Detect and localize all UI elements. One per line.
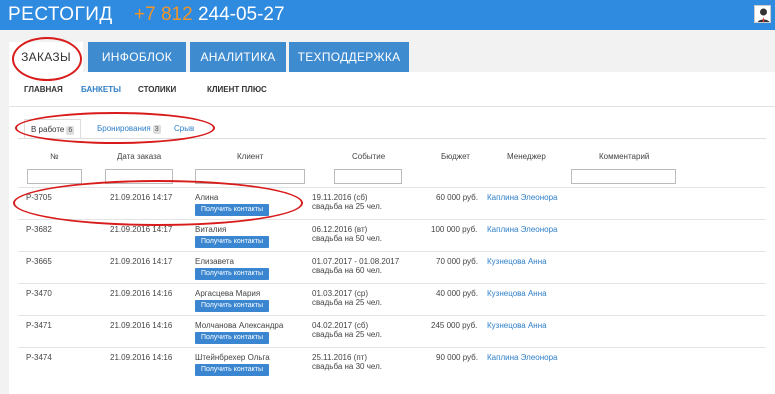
order-id: P-3665 — [26, 257, 52, 266]
order-date: 21.09.2016 14:17 — [110, 257, 173, 266]
content-panel: ГЛАВНАЯ БАНКЕТЫ СТОЛИКИ КЛИЕНТ ПЛЮС В ра… — [9, 72, 775, 394]
filter-date-input[interactable] — [105, 169, 173, 184]
col-header-client: Клиент — [237, 152, 264, 161]
client-name: Аргасцева Мария — [195, 289, 261, 298]
subnav-main[interactable]: ГЛАВНАЯ — [24, 85, 63, 94]
tabs-underline — [18, 138, 766, 139]
brand-logo[interactable]: РЕСТОГИД — [8, 4, 113, 26]
subnav-banquets[interactable]: БАНКЕТЫ — [81, 85, 121, 94]
event-description: свадьба на 25 чел. — [312, 298, 382, 307]
order-id: P-3682 — [26, 225, 52, 234]
filter-number-input[interactable] — [27, 169, 82, 184]
subnav-tables[interactable]: СТОЛИКИ — [138, 85, 176, 94]
event-date: 01.03.2017 (ср) — [312, 289, 369, 298]
get-contacts-button[interactable]: Получить контакты — [195, 268, 270, 280]
col-header-manager: Менеджер — [507, 152, 546, 161]
phone-code: +7 812 — [134, 4, 193, 25]
event-date: 01.07.2017 - 01.08.2017 — [312, 257, 400, 266]
order-id: P-3705 — [26, 193, 52, 202]
tab-orders[interactable]: ЗАКАЗЫ — [9, 42, 83, 72]
divider — [9, 106, 775, 107]
col-header-order-date: Дата заказа — [117, 152, 162, 161]
table-row: P-3682 21.09.2016 14:17 Виталия Получить… — [18, 219, 766, 251]
phone-digits: 244-05-27 — [197, 4, 285, 25]
col-header-event: Событие — [352, 152, 386, 161]
order-date: 21.09.2016 14:17 — [110, 193, 173, 202]
get-contacts-button[interactable]: Получить контакты — [195, 364, 270, 376]
event-date: 25.11.2016 (пт) — [312, 353, 367, 362]
get-contacts-button[interactable]: Получить контакты — [195, 332, 270, 344]
manager-link[interactable]: Кузнецова Анна — [487, 257, 547, 266]
get-contacts-button[interactable]: Получить контакты — [195, 300, 270, 312]
tab-support[interactable]: ТЕХПОДДЕРЖКА — [289, 42, 409, 72]
client-name: Молчанова Александра — [195, 321, 284, 330]
table-row: P-3665 21.09.2016 14:17 Елизавета Получи… — [18, 251, 766, 283]
table-row: P-3470 21.09.2016 14:16 Аргасцева Мария … — [18, 283, 766, 315]
event-description: свадьба на 50 чел. — [312, 234, 382, 243]
manager-link[interactable]: Кузнецова Анна — [487, 289, 547, 298]
manager-link[interactable]: Каплина Элеонора — [487, 225, 557, 234]
budget: 60 000 руб. — [436, 193, 478, 202]
table-row: P-3471 21.09.2016 14:16 Молчанова Алекса… — [18, 315, 766, 347]
budget: 40 000 руб. — [436, 289, 478, 298]
client-name: Алина — [195, 193, 219, 202]
top-header: РЕСТОГИД +7 812 244-05-27 — [0, 0, 775, 30]
client-name: Виталия — [195, 225, 227, 234]
order-id: P-3471 — [26, 321, 52, 330]
tab-failed-label: Срыв — [174, 124, 195, 133]
order-id: P-3474 — [26, 353, 52, 362]
order-date: 21.09.2016 14:16 — [110, 321, 173, 330]
tab-in-work[interactable]: В работе 6 — [24, 119, 82, 139]
col-header-budget: Бюджет — [441, 152, 470, 161]
phone-number: +7 812 244-05-27 — [134, 4, 285, 26]
filter-client-input[interactable] — [195, 169, 305, 184]
event-date: 04.02.2017 (сб) — [312, 321, 369, 330]
user-avatar-icon[interactable] — [754, 5, 771, 23]
manager-link[interactable]: Каплина Элеонора — [487, 353, 557, 362]
tab-bookings[interactable]: Бронирования 3 — [91, 119, 167, 139]
client-name: Штейнбрехер Ольга — [195, 353, 270, 362]
event-description: свадьба на 25 чел. — [312, 202, 382, 211]
filter-comment-input[interactable] — [571, 169, 676, 184]
budget: 90 000 руб. — [436, 353, 478, 362]
tab-in-work-count: 6 — [66, 126, 75, 135]
get-contacts-button[interactable]: Получить контакты — [195, 236, 270, 248]
tab-bookings-label: Бронирования — [97, 124, 151, 133]
event-description: свадьба на 25 чел. — [312, 330, 382, 339]
subnav-client-plus[interactable]: КЛИЕНТ ПЛЮС — [207, 85, 267, 94]
budget: 245 000 руб. — [431, 321, 478, 330]
manager-link[interactable]: Кузнецова Анна — [487, 321, 547, 330]
get-contacts-button[interactable]: Получить контакты — [195, 204, 270, 216]
budget: 100 000 руб. — [431, 225, 478, 234]
manager-link[interactable]: Каплина Элеонора — [487, 193, 557, 202]
budget: 70 000 руб. — [436, 257, 478, 266]
order-date: 21.09.2016 14:16 — [110, 353, 173, 362]
col-header-comment: Комментарий — [599, 152, 650, 161]
filter-event-input[interactable] — [334, 169, 402, 184]
event-date: 19.11.2016 (сб) — [312, 193, 368, 202]
order-id: P-3470 — [26, 289, 52, 298]
order-date: 21.09.2016 14:17 — [110, 225, 173, 234]
table-row: P-3474 21.09.2016 14:16 Штейнбрехер Ольг… — [18, 347, 766, 379]
event-description: свадьба на 60 чел. — [312, 266, 382, 275]
event-date: 06.12.2016 (вт) — [312, 225, 368, 234]
event-description: свадьба на 30 чел. — [312, 362, 382, 371]
tab-infoblock[interactable]: ИНФОБЛОК — [88, 42, 186, 72]
tab-analytics[interactable]: АНАЛИТИКА — [190, 42, 286, 72]
order-date: 21.09.2016 14:16 — [110, 289, 173, 298]
table-row: P-3705 21.09.2016 14:17 Алина Получить к… — [18, 187, 766, 219]
client-name: Елизавета — [195, 257, 234, 266]
col-header-number: № — [50, 152, 59, 161]
tab-in-work-label: В работе — [31, 125, 65, 134]
tab-failed[interactable]: Срыв — [168, 119, 200, 139]
tab-bookings-count: 3 — [152, 125, 161, 134]
